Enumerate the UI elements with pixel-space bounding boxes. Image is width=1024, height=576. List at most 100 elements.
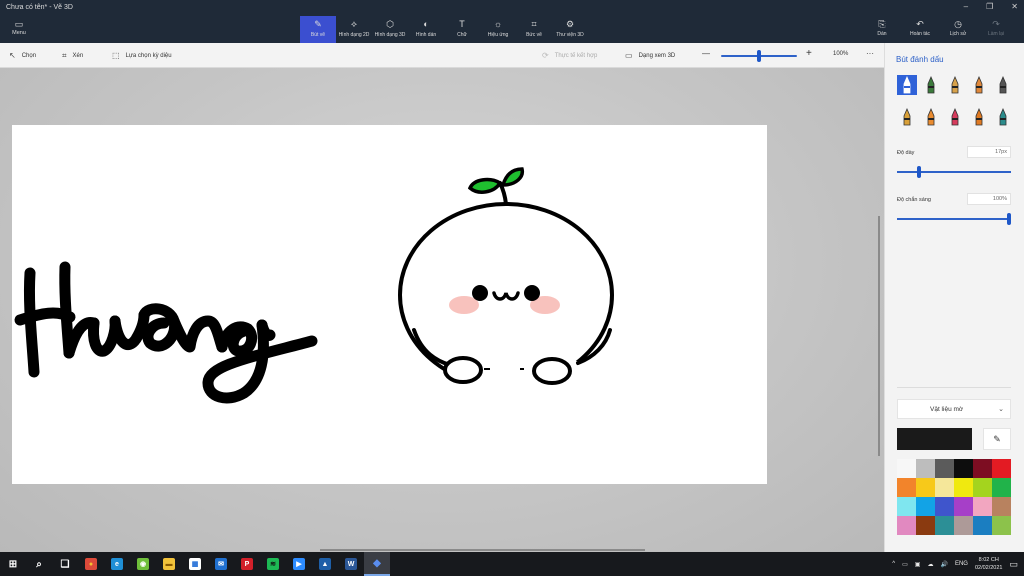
history-button[interactable]: ◷ Lịch sử [942, 19, 974, 37]
color-swatch[interactable] [935, 459, 954, 478]
zoom-out-button[interactable]: — [702, 49, 710, 58]
spray-can-icon [975, 108, 983, 126]
notification-icon[interactable]: ▭ [1009, 559, 1018, 570]
calligraphy-pen-brush[interactable] [921, 75, 941, 95]
zoom-taskbar-button[interactable]: ▶ [286, 552, 312, 576]
start-taskbar-button[interactable]: ⊞ [0, 552, 26, 576]
select-button[interactable]: ↖ Chọn [9, 51, 36, 60]
search-taskbar-button[interactable]: ⌕ [26, 552, 52, 576]
opacity-slider-thumb[interactable] [1007, 213, 1011, 225]
tool-brush[interactable]: ✎ Bút vẽ [300, 16, 336, 43]
color-swatch[interactable] [935, 478, 954, 497]
word-taskbar-button[interactable]: W [338, 552, 364, 576]
color-swatch[interactable] [916, 516, 935, 535]
color-swatch[interactable] [935, 516, 954, 535]
color-swatch[interactable] [973, 459, 992, 478]
coc-coc-taskbar-button[interactable]: ◉ [130, 552, 156, 576]
zoom-in-button[interactable]: + [806, 48, 812, 59]
tray-icon[interactable]: ^ [892, 561, 895, 568]
opacity-slider[interactable] [897, 218, 1011, 220]
color-swatch[interactable] [916, 497, 935, 516]
material-dropdown[interactable]: Vật liệu mờ ⌄ [897, 399, 1011, 419]
view-3d-button[interactable]: ▭ Dạng xem 3D [625, 51, 675, 60]
color-swatch[interactable] [897, 497, 916, 516]
oil-brush-brush[interactable] [945, 75, 965, 95]
spray-can-brush[interactable] [969, 107, 989, 127]
tool-text[interactable]: T Chữ [444, 16, 480, 43]
color-swatch[interactable] [897, 516, 916, 535]
tray-icon[interactable]: 🔊 [940, 561, 947, 568]
color-swatch[interactable] [916, 478, 935, 497]
pinterest-taskbar-button[interactable]: P [234, 552, 260, 576]
task-view-taskbar-button[interactable]: ❏ [52, 552, 78, 576]
tool-library[interactable]: ⚙ Thư viện 3D [552, 16, 588, 43]
tray-icon[interactable]: ▭ [902, 561, 908, 568]
tool-shapes-2d[interactable]: ⟡ Hình dạng 2D [336, 16, 372, 43]
edge-taskbar-button[interactable]: e [104, 552, 130, 576]
color-swatch[interactable] [954, 497, 973, 516]
color-swatch[interactable] [935, 497, 954, 516]
eraser-pencil-brush[interactable] [897, 107, 917, 127]
pencil-brush[interactable] [993, 75, 1013, 95]
menu-button[interactable]: ▭ Menu [8, 19, 30, 36]
tool-sticker[interactable]: ◐ Hình dán [408, 16, 444, 43]
store-taskbar-button[interactable]: ▦ [182, 552, 208, 576]
maximize-button[interactable]: ❐ [986, 2, 993, 11]
mail-taskbar-button[interactable]: ✉ [208, 552, 234, 576]
clock[interactable]: 8:02 CH 02/02/2021 [975, 556, 1003, 572]
color-swatch[interactable] [954, 516, 973, 535]
thickness-slider[interactable] [897, 171, 1011, 173]
pixel-pen-brush[interactable] [945, 107, 965, 127]
color-swatch[interactable] [954, 459, 973, 478]
mixed-reality-button[interactable]: ⟳ Thực tế kết hợp [542, 51, 597, 60]
eyedropper-button[interactable]: ✎ [983, 428, 1011, 450]
magic-select-button[interactable]: ⬚ Lựa chọn kỳ diệu [112, 51, 172, 60]
color-swatch[interactable] [992, 478, 1011, 497]
zoom-slider-thumb[interactable] [757, 50, 761, 62]
paint3d-taskbar-button[interactable]: ◆ [364, 552, 390, 576]
photos-icon: ▲ [319, 558, 331, 570]
tool-canvas[interactable]: ⌗ Bức vẽ [516, 16, 552, 43]
tray-icon[interactable]: ENG [955, 561, 968, 568]
crop-button[interactable]: ⌗ Xén [62, 51, 83, 61]
thickness-slider-thumb[interactable] [916, 166, 921, 178]
tray-icon[interactable]: ☁ [927, 561, 933, 568]
color-swatch[interactable] [973, 516, 992, 535]
paste-button[interactable]: ⎘ Dán [866, 19, 898, 37]
color-swatch[interactable] [897, 478, 916, 497]
tool-cube[interactable]: ⬡ Hình dạng 3D [372, 16, 408, 43]
color-swatch[interactable] [954, 478, 973, 497]
minimize-button[interactable]: – [964, 2, 968, 11]
horizontal-scrollbar[interactable] [320, 549, 645, 551]
redo-button[interactable]: ↷ Làm lại [980, 19, 1012, 37]
chrome-taskbar-button[interactable]: ● [78, 552, 104, 576]
color-swatch[interactable] [916, 459, 935, 478]
spotify-taskbar-button[interactable]: ≋ [260, 552, 286, 576]
crayon-brush[interactable] [921, 107, 941, 127]
close-button[interactable]: ✕ [1011, 2, 1018, 11]
vertical-scrollbar[interactable] [878, 216, 880, 456]
thickness-input[interactable]: 17px [967, 146, 1011, 158]
watercolor-brush[interactable] [969, 75, 989, 95]
current-color-swatch[interactable] [897, 428, 972, 450]
file-explorer-taskbar-button[interactable]: ▬ [156, 552, 182, 576]
photos-taskbar-button[interactable]: ▲ [312, 552, 338, 576]
drawing-canvas[interactable] [12, 125, 767, 484]
color-swatch[interactable] [973, 497, 992, 516]
more-options-button[interactable]: ··· [866, 49, 874, 58]
color-swatch[interactable] [992, 459, 1011, 478]
mixed-reality-icon: ⟳ [542, 51, 549, 60]
color-swatch[interactable] [973, 478, 992, 497]
color-swatch[interactable] [897, 459, 916, 478]
marker-brush[interactable] [897, 75, 917, 95]
opacity-input[interactable]: 100% [967, 193, 1011, 205]
color-swatch[interactable] [992, 497, 1011, 516]
fill-brush[interactable] [993, 107, 1013, 127]
tool-effects[interactable]: ☼ Hiệu ứng [480, 16, 516, 43]
tray-icon[interactable]: ▣ [915, 561, 921, 568]
color-swatch[interactable] [992, 516, 1011, 535]
leaf-right [500, 167, 525, 187]
panel-divider [897, 387, 1011, 388]
fill-icon [999, 108, 1007, 126]
undo-button[interactable]: ↶ Hoàn tác [904, 19, 936, 37]
